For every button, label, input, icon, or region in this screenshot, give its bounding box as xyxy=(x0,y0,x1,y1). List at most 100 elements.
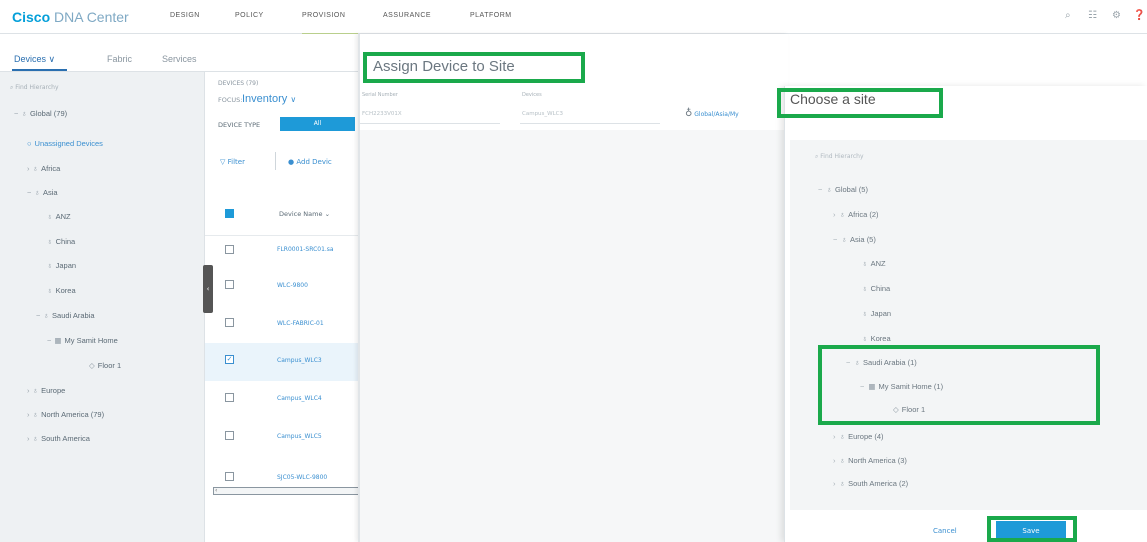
sidebar-item-anz[interactable]: ♁ ANZ xyxy=(47,212,71,221)
nav-policy[interactable]: POLICY xyxy=(235,12,264,19)
expand-icon[interactable]: › xyxy=(833,210,836,219)
expand-icon[interactable]: › xyxy=(833,456,836,465)
expand-icon[interactable]: › xyxy=(27,410,30,419)
sidebar-item-europe[interactable]: › ♁ Europe xyxy=(27,386,65,395)
choose-item-north-america[interactable]: › ♁ North America (3) xyxy=(833,456,907,465)
choose-item-global[interactable]: − ♁ Global (5) xyxy=(818,185,868,194)
search-icon: ⌕ xyxy=(815,153,819,160)
site-icon: ♁ xyxy=(32,386,39,395)
sidebar-item-unassigned-devices[interactable]: ○ Unassigned Devices xyxy=(27,139,103,148)
choose-item-korea[interactable]: ♁ Korea xyxy=(862,334,891,343)
nav-design[interactable]: DESIGN xyxy=(170,12,200,19)
device-type-label: DEVICE TYPE xyxy=(218,121,261,129)
sidebar-item-label: My Samit Home xyxy=(64,336,118,345)
cancel-button[interactable]: Cancel xyxy=(933,527,957,535)
choose-item-china[interactable]: ♁ China xyxy=(862,284,890,293)
tab-services[interactable]: Services xyxy=(162,54,197,64)
sidebar-item-label: Global (79) xyxy=(30,109,68,118)
toolbar-divider xyxy=(275,152,276,170)
table-row-device-name[interactable]: WLC-FABRIC-01 xyxy=(277,320,324,327)
filter-icon: ▽ xyxy=(220,158,226,166)
row-checkbox[interactable] xyxy=(225,318,234,327)
site-icon: ♁ xyxy=(839,432,846,441)
collapse-icon[interactable]: − xyxy=(47,336,51,345)
devices-value: Campus_WLC3 xyxy=(522,111,564,117)
add-icon: ● xyxy=(288,158,295,166)
tab-devices[interactable]: Devices ∨ xyxy=(14,54,55,65)
choose-item-japan[interactable]: ♁ Japan xyxy=(862,309,891,318)
collapse-icon[interactable]: − xyxy=(14,109,18,118)
collapse-icon[interactable]: − xyxy=(27,188,31,197)
sidebar-item-global[interactable]: − ♁ Global (79) xyxy=(14,109,67,118)
table-row-device-name[interactable]: Campus_WLC4 xyxy=(277,395,322,402)
sidebar-item-floor-1[interactable]: ◇ Floor 1 xyxy=(89,361,121,370)
choose-item-europe[interactable]: › ♁ Europe (4) xyxy=(833,432,884,441)
choose-site-search[interactable]: ⌕ Find Hierarchy xyxy=(815,153,864,161)
site-icon: ♁ xyxy=(47,261,53,270)
choose-item-africa[interactable]: › ♁ Africa (2) xyxy=(833,210,879,219)
sidebar-item-korea[interactable]: ♁ Korea xyxy=(47,286,76,295)
nav-platform[interactable]: PLATFORM xyxy=(470,12,512,19)
sidebar-item-label: China xyxy=(55,237,76,246)
horizontal-scrollbar[interactable]: ‹ xyxy=(213,487,360,495)
sidebar-item-my-samit-home[interactable]: − ▦ My Samit Home xyxy=(47,336,118,345)
table-row-device-name[interactable]: FLR0001-SRC01.sa xyxy=(277,246,334,253)
sidebar-item-china[interactable]: ♁ China xyxy=(47,237,75,246)
choose-site-body xyxy=(790,140,1147,510)
chevron-down-icon: ∨ xyxy=(290,95,297,104)
sidebar-item-saudi-arabia[interactable]: − ♁ Saudi Arabia xyxy=(36,311,95,320)
row-checkbox[interactable] xyxy=(225,245,234,254)
site-icon: ♁ xyxy=(47,237,53,246)
row-checkbox[interactable] xyxy=(225,472,234,481)
collapse-sidebar-handle[interactable]: ‹ xyxy=(203,265,213,313)
table-row-device-name[interactable]: SJC05-WLC-9800 xyxy=(277,474,327,481)
choose-item-anz[interactable]: ♁ ANZ xyxy=(862,259,886,268)
collapse-icon[interactable]: − xyxy=(36,311,40,320)
expand-icon[interactable]: › xyxy=(27,434,30,443)
collapse-icon[interactable]: − xyxy=(833,235,837,244)
table-row-device-name[interactable]: WLC-9800 xyxy=(277,282,308,289)
gear-icon[interactable]: ⚙ xyxy=(1112,10,1121,21)
nav-provision[interactable]: PROVISION xyxy=(302,12,345,19)
site-icon: ♁ xyxy=(47,286,53,295)
focus-dropdown[interactable]: Inventory ∨ xyxy=(242,93,296,105)
filter-button[interactable]: ▽ Filter xyxy=(220,158,245,166)
sidebar-item-south-america[interactable]: › ♁ South America xyxy=(27,434,90,443)
expand-icon[interactable]: › xyxy=(833,432,836,441)
cisco-dna-center-logo[interactable]: Cisco DNA Center xyxy=(12,9,129,25)
choose-site-link[interactable]: ♁ Global/Asia/My xyxy=(685,108,739,119)
row-checkbox[interactable] xyxy=(225,393,234,402)
select-all-checkbox[interactable] xyxy=(225,209,234,218)
site-icon: ♁ xyxy=(43,311,50,320)
logo-light-text: DNA Center xyxy=(54,9,129,25)
table-row-device-name[interactable]: Campus_WLC3 xyxy=(277,357,322,364)
globe-icon: ♁ xyxy=(21,109,28,118)
sidebar-item-asia[interactable]: − ♁ Asia xyxy=(27,188,58,197)
row-checkbox[interactable] xyxy=(225,280,234,289)
table-row-device-name[interactable]: Campus_WLC5 xyxy=(277,433,322,440)
search-icon[interactable]: ⌕ xyxy=(1065,10,1071,21)
sidebar-item-north-america[interactable]: › ♁ North America (79) xyxy=(27,410,104,419)
expand-icon[interactable]: › xyxy=(27,164,30,173)
sidebar-item-japan[interactable]: ♁ Japan xyxy=(47,261,76,270)
apps-icon[interactable]: ☷ xyxy=(1088,10,1097,21)
help-icon[interactable]: ❓ xyxy=(1133,10,1145,21)
nav-assurance[interactable]: ASSURANCE xyxy=(383,12,431,19)
add-device-button[interactable]: ● Add Devic xyxy=(288,158,332,166)
row-checkbox[interactable] xyxy=(225,431,234,440)
site-icon: ♁ xyxy=(839,210,846,219)
hierarchy-search[interactable]: ⌕ Find Hierarchy xyxy=(10,84,59,92)
row-checkbox-checked[interactable]: ✓ xyxy=(225,355,234,364)
highlight-assign-title xyxy=(363,52,585,83)
collapse-icon[interactable]: − xyxy=(818,185,822,194)
column-header-device-name[interactable]: Device Name ⌄ xyxy=(279,210,330,218)
choose-item-south-america[interactable]: › ♁ South America (2) xyxy=(833,479,908,488)
expand-icon[interactable]: › xyxy=(833,479,836,488)
expand-icon[interactable]: › xyxy=(27,386,30,395)
choose-item-asia[interactable]: − ♁ Asia (5) xyxy=(833,235,876,244)
chevron-down-icon: ∨ xyxy=(48,54,56,64)
assign-panel-body xyxy=(360,130,788,542)
tab-fabric[interactable]: Fabric xyxy=(107,54,132,64)
device-type-all-button[interactable]: All xyxy=(280,117,355,131)
sidebar-item-africa[interactable]: › ♁ Africa xyxy=(27,164,60,173)
